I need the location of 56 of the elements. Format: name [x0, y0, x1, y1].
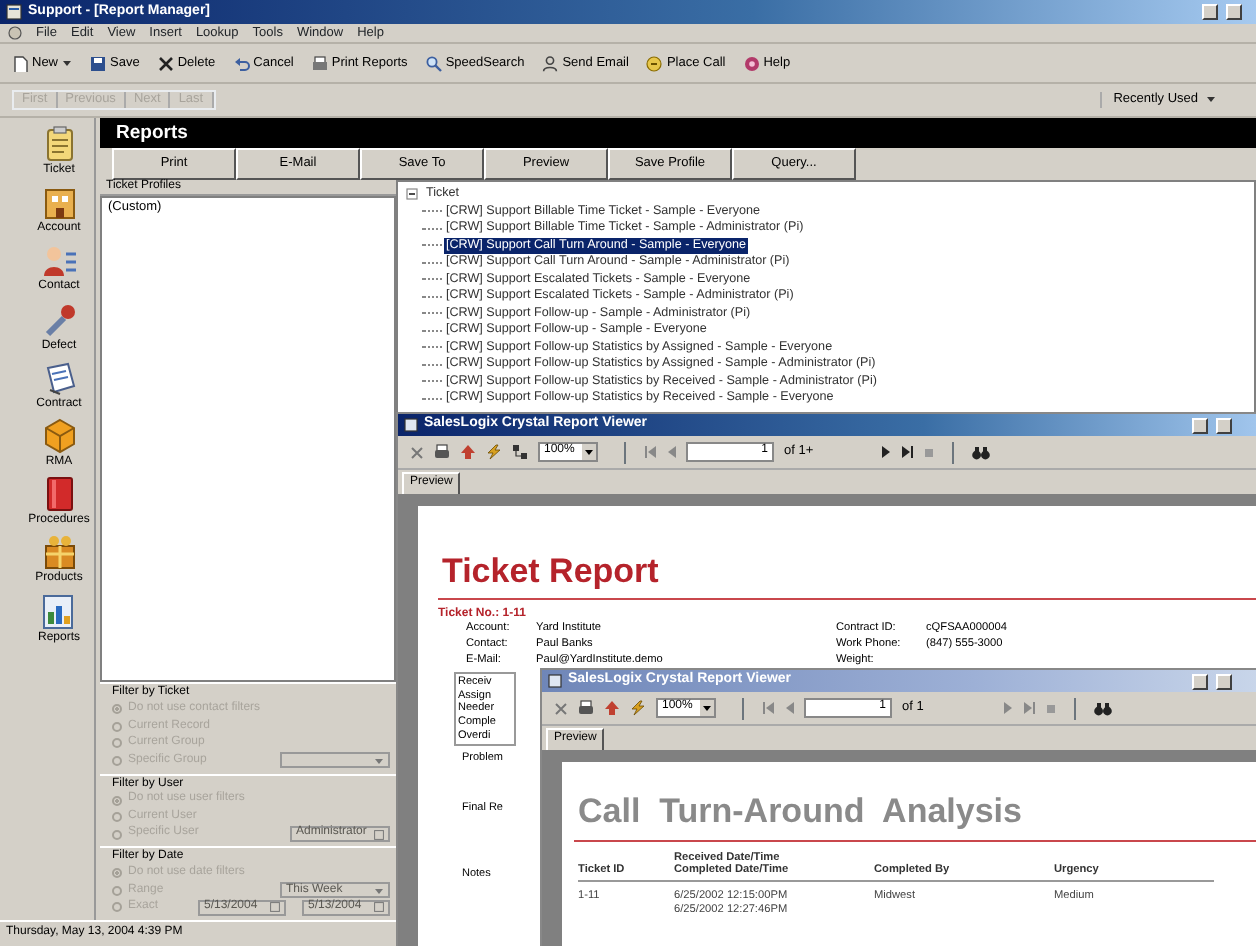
maximize-button[interactable]	[1226, 4, 1242, 20]
window-icon	[6, 4, 22, 20]
chart-icon	[40, 593, 77, 629]
floppy-icon	[90, 55, 107, 71]
help-icon	[743, 55, 760, 71]
wrench-icon	[41, 301, 77, 338]
binoculars-icon[interactable]	[971, 445, 990, 459]
report-title: Ticket Report	[442, 554, 661, 588]
collapse-icon[interactable]	[406, 188, 418, 201]
caret-icon	[582, 444, 596, 460]
printer-icon[interactable]	[434, 444, 450, 460]
clipboard-icon	[41, 126, 77, 162]
gift-box-icon	[41, 534, 77, 571]
maximize-button[interactable]	[1216, 417, 1232, 433]
scroll-icon	[41, 359, 77, 396]
window-icon	[404, 418, 418, 432]
minimize-button[interactable]	[1192, 417, 1208, 433]
previous-page-icon[interactable]	[784, 702, 794, 714]
last-page-icon[interactable]	[901, 446, 914, 458]
close-icon[interactable]	[410, 445, 424, 459]
lightning-icon[interactable]	[630, 700, 646, 716]
person-icon	[542, 55, 559, 71]
stop-icon[interactable]	[923, 447, 934, 457]
export-icon[interactable]	[604, 700, 620, 716]
printer-icon	[311, 55, 328, 71]
stop-icon[interactable]	[1045, 703, 1056, 713]
tree-icon[interactable]	[512, 444, 528, 460]
first-page-icon[interactable]	[644, 446, 656, 458]
box-icon	[41, 417, 77, 454]
caret-icon	[700, 700, 714, 716]
printer-icon[interactable]	[578, 700, 594, 716]
caret-icon	[374, 885, 384, 896]
minimize-button[interactable]	[1192, 673, 1208, 689]
undo-icon	[233, 55, 250, 71]
export-icon[interactable]	[460, 444, 476, 460]
maximize-button[interactable]	[1216, 673, 1232, 689]
minimize-button[interactable]	[1202, 4, 1218, 20]
binoculars-icon[interactable]	[1093, 701, 1112, 715]
report-title: Call Turn-Around Analysis	[578, 794, 1024, 828]
next-page-icon[interactable]	[881, 446, 892, 458]
caret-icon	[374, 755, 384, 766]
page-icon	[12, 55, 28, 71]
caret-icon	[1206, 94, 1216, 105]
first-page-icon[interactable]	[762, 702, 774, 714]
app-icon	[8, 26, 22, 40]
book-icon	[41, 476, 77, 513]
close-icon	[157, 55, 174, 71]
window-icon	[548, 674, 562, 688]
dropdown-field[interactable]	[280, 752, 390, 769]
close-icon[interactable]	[554, 701, 568, 715]
search-icon	[425, 55, 442, 71]
lightning-icon[interactable]	[486, 444, 502, 460]
building-icon	[41, 184, 77, 221]
panel-header: Reports	[100, 118, 1256, 148]
person-icon	[41, 242, 77, 279]
previous-page-icon[interactable]	[666, 446, 676, 458]
